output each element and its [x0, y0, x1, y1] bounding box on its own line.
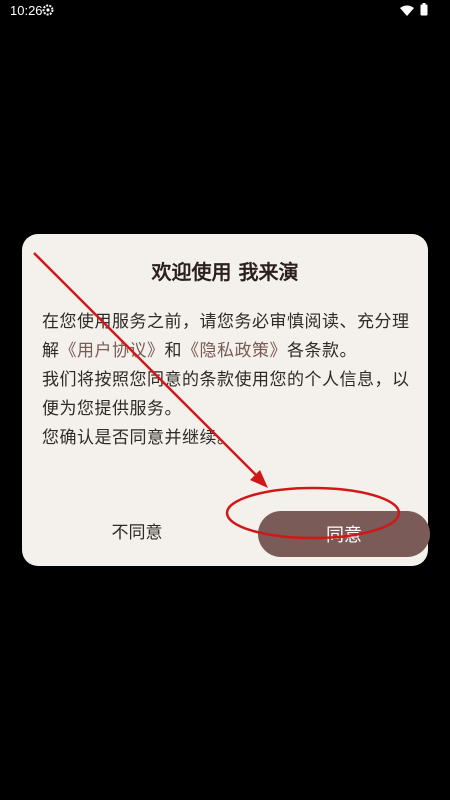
- battery-icon: [420, 3, 428, 16]
- consent-dialog: 欢迎使用 我来演 在您使用服务之前，请您务必审慎阅读、充分理解《用户协议》和《隐…: [22, 234, 430, 566]
- wifi-icon: [400, 5, 414, 16]
- disagree-button[interactable]: 不同意: [82, 512, 192, 548]
- dialog-title: 欢迎使用 我来演: [151, 260, 299, 284]
- consent-paragraph-2: 我们将按照您同意的条款使用您的个人信息，以便为您提供服务。: [42, 370, 410, 419]
- status-time: 10:26: [10, 3, 43, 18]
- status-bar: 10:26: [0, 0, 450, 22]
- agree-button[interactable]: 同意: [258, 511, 430, 557]
- consent-paragraph-3: 您确认是否同意并继续。: [42, 428, 235, 448]
- user-agreement-link[interactable]: 《用户协议》: [60, 341, 165, 361]
- dialog-body: 在您使用服务之前，请您务必审慎阅读、充分理解《用户协议》和《隐私政策》各条款。 …: [42, 308, 412, 453]
- consent-paragraph-1: 在您使用服务之前，请您务必审慎阅读、充分理解《用户协议》和《隐私政策》各条款。: [42, 308, 412, 366]
- settings-icon: [42, 4, 54, 16]
- consent-text-1-end: 各条款。: [287, 341, 357, 361]
- privacy-policy-link[interactable]: 《隐私政策》: [182, 341, 287, 361]
- and-text: 和: [164, 341, 182, 361]
